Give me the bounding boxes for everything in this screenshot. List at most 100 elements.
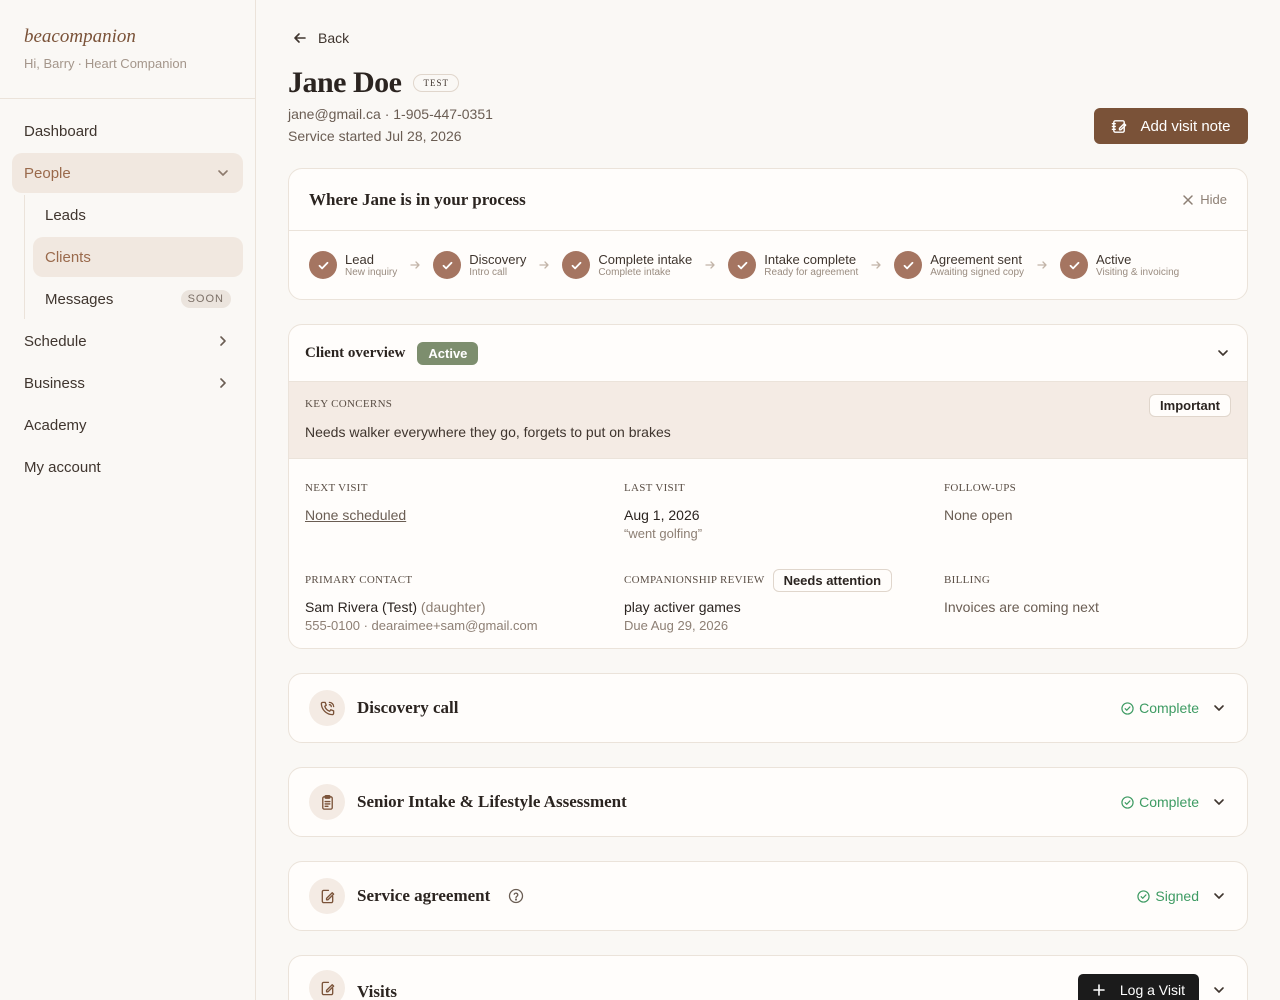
nav-academy[interactable]: Academy	[12, 405, 243, 445]
step-lead[interactable]: Lead New inquiry	[309, 251, 397, 279]
step-active[interactable]: Active Visiting & invoicing	[1060, 251, 1179, 279]
review-item: play activer games	[624, 599, 741, 615]
overview-title-wrap: Client overview Active	[305, 341, 479, 365]
overview-header[interactable]: Client overview Active	[289, 325, 1247, 382]
status-badge: Active	[417, 341, 479, 365]
help-circle-icon[interactable]	[508, 888, 524, 904]
step-label: Discovery	[469, 251, 527, 267]
check-icon	[318, 261, 328, 269]
check-icon	[442, 261, 453, 269]
primary-contact-email[interactable]: dearaimee+sam@gmail.com	[372, 618, 538, 633]
user-role: Heart Companion	[84, 56, 187, 71]
chevron-down-icon[interactable]	[1211, 794, 1227, 810]
primary-contact-name-row: Sam Rivera (Test) (daughter)	[305, 599, 624, 615]
step-label: Active	[1096, 251, 1132, 267]
step-sub: Awaiting signed copy	[930, 266, 1024, 278]
discovery-right: Complete	[1121, 700, 1227, 716]
clipboard-icon	[309, 784, 345, 820]
discovery-status-label: Complete	[1139, 700, 1199, 716]
visits-card[interactable]: Visits Log a Visit	[288, 955, 1248, 1000]
chevron-right-icon	[220, 336, 226, 346]
nav-my-account-label: My account	[24, 458, 101, 476]
primary-contact-phone[interactable]: 555-0100	[305, 618, 360, 633]
process-card: Where Jane is in your process Hide Lead N…	[288, 168, 1248, 300]
brand-logo[interactable]: beacompanion	[24, 26, 231, 48]
step-complete-intake[interactable]: Complete intake Complete intake	[562, 251, 692, 279]
step-discovery[interactable]: Discovery Intro call	[433, 251, 526, 279]
check-icon	[903, 261, 914, 269]
agreement-status: Signed	[1137, 888, 1199, 904]
last-visit-note: “went golfing”	[624, 526, 703, 541]
chevron-down-icon[interactable]	[1211, 700, 1227, 716]
separator: ·	[380, 106, 394, 122]
process-steps: Lead New inquiry Discovery Intro call Comp…	[289, 231, 1247, 279]
step-check	[309, 251, 337, 279]
nav-clients[interactable]: Clients	[33, 237, 243, 277]
key-concerns: KEY CONCERNS Important Needs walker ever…	[289, 382, 1247, 459]
last-visit-label: LAST VISIT	[624, 482, 685, 494]
step-sub: Intro call	[469, 266, 508, 278]
overview-title: Client overview	[305, 344, 406, 361]
visits-title: Visits	[357, 982, 397, 1000]
hide-process-button[interactable]: Hide	[1182, 192, 1227, 207]
back-link[interactable]: Back	[292, 30, 349, 46]
follow-ups-value: None open	[944, 507, 1013, 523]
nav-dashboard[interactable]: Dashboard	[12, 111, 243, 151]
check-icon	[737, 261, 748, 269]
discovery-title: Discovery call	[357, 698, 459, 717]
back-label: Back	[318, 30, 350, 46]
primary-contact-label: PRIMARY CONTACT	[305, 574, 413, 586]
service-started: Service started Jul 28, 2026	[288, 128, 462, 144]
note-edit-icon	[309, 970, 345, 1000]
chevron-down-icon[interactable]	[1211, 982, 1227, 998]
next-visit-link[interactable]: None scheduled	[305, 507, 624, 523]
chevron-right-icon	[220, 378, 226, 388]
nav-schedule[interactable]: Schedule	[12, 321, 243, 361]
chevron-down-icon[interactable]	[1215, 345, 1231, 361]
review-due: Due Aug 29, 2026	[624, 618, 729, 633]
chevron-down-icon	[218, 170, 228, 176]
close-icon	[1183, 194, 1193, 205]
client-phone[interactable]: 1-905-447-0351	[393, 106, 493, 122]
next-visit-label: NEXT VISIT	[305, 482, 368, 494]
separator: ·	[77, 56, 82, 71]
greeting: Hi, Barry	[24, 56, 75, 71]
nav-my-account[interactable]: My account	[12, 447, 243, 487]
client-name: Jane Doe	[288, 66, 402, 99]
step-check	[728, 251, 757, 279]
add-visit-note-label: Add visit note	[1140, 117, 1231, 135]
nav-leads[interactable]: Leads	[33, 195, 243, 235]
nav-messages[interactable]: Messages SOON	[33, 279, 243, 319]
step-agreement-sent[interactable]: Agreement sent Awaiting signed copy	[894, 251, 1024, 279]
discovery-status: Complete	[1121, 700, 1199, 716]
step-check	[894, 251, 923, 279]
add-visit-note-button[interactable]: Add visit note	[1094, 108, 1248, 144]
companionship-review: COMPANIONSHIP REVIEW Needs attention pla…	[624, 568, 944, 633]
log-visit-button[interactable]: Log a Visit	[1077, 974, 1199, 1000]
companionship-review-label: COMPANIONSHIP REVIEW	[624, 574, 765, 586]
check-circle-icon	[1121, 701, 1134, 715]
nav-leads-label: Leads	[45, 206, 86, 224]
step-intake-complete[interactable]: Intake complete Ready for agreement	[728, 251, 858, 279]
discovery-call-card[interactable]: Discovery call Complete	[288, 673, 1248, 743]
chevron-down-icon[interactable]	[1211, 888, 1227, 904]
client-email[interactable]: jane@gmail.ca	[288, 106, 381, 122]
main-content: Back Jane Doe TEST jane@gmail.ca · 1-905…	[256, 0, 1280, 1000]
primary-contact-details: 555-0100 · dearaimee+sam@gmail.com	[305, 618, 624, 633]
nav-schedule-label: Schedule	[24, 332, 87, 350]
key-concerns-text: Needs walker everywhere they go, forgets…	[305, 424, 671, 440]
needs-attention-badge: Needs attention	[772, 568, 893, 592]
nav-people[interactable]: People	[12, 153, 243, 193]
service-agreement-card[interactable]: Service agreement Signed	[288, 861, 1248, 931]
nav-people-label: People	[24, 164, 71, 182]
agreement-status-label: Signed	[1155, 888, 1199, 904]
billing-value: Invoices are coming next	[944, 599, 1099, 615]
visits-left: Visits	[309, 970, 397, 1000]
intake-assessment-card[interactable]: Senior Intake & Lifestyle Assessment Com…	[288, 767, 1248, 837]
arrow-right-icon	[410, 261, 420, 269]
key-concerns-label: KEY CONCERNS	[305, 398, 393, 410]
test-badge: TEST	[413, 74, 459, 92]
nav-business[interactable]: Business	[12, 363, 243, 403]
follow-ups: FOLLOW-UPS None open	[944, 479, 1231, 541]
visits-right: Log a Visit	[1077, 974, 1227, 1000]
